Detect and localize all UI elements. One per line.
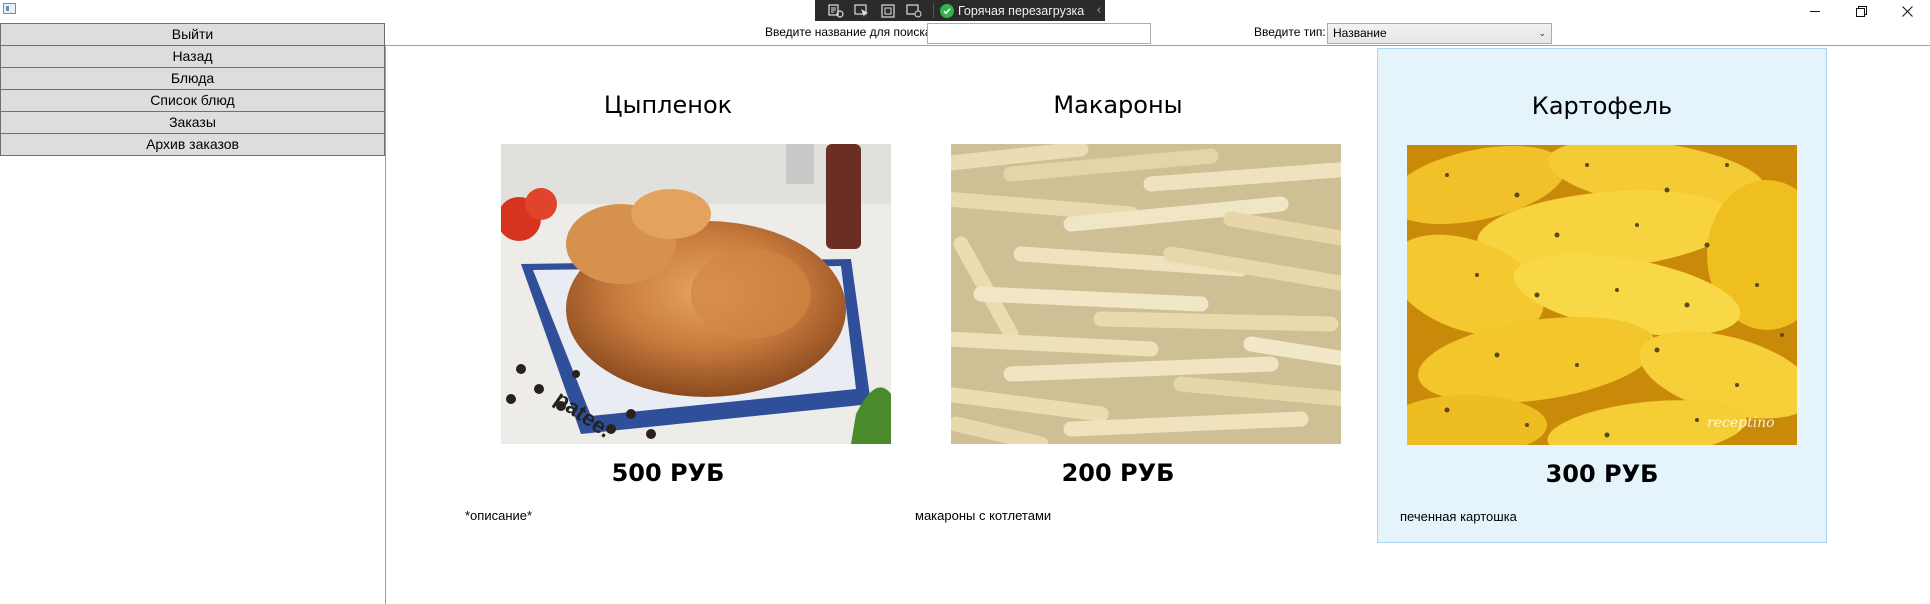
search-label: Введите название для поиска xyxy=(765,25,932,39)
dish-name: Макароны xyxy=(1053,91,1183,119)
app-icon[interactable] xyxy=(3,3,16,14)
baked-potato-image: receptino xyxy=(1407,145,1797,445)
dish-price: 200 РУБ xyxy=(1061,459,1175,487)
minimize-button[interactable] xyxy=(1792,0,1838,22)
potato-photo-watermark: receptino xyxy=(1707,415,1775,431)
type-label: Введите тип: xyxy=(1254,25,1326,39)
track-focus-icon[interactable] xyxy=(905,3,923,19)
dish-list-button[interactable]: Список блюд xyxy=(0,89,385,112)
check-circle-icon xyxy=(940,3,954,18)
dish-card-selected[interactable]: Картофель receptino 300 РУБ печенная кар… xyxy=(1377,48,1827,543)
chevron-down-icon: ⌄ xyxy=(1538,28,1546,38)
dish-price: 300 РУБ xyxy=(1545,460,1659,488)
debug-toolbar: Горячая перезагрузка ‹ xyxy=(815,0,1105,21)
live-visual-tree-icon[interactable] xyxy=(827,3,845,19)
dish-description: *описание* xyxy=(465,508,533,523)
dish-card[interactable]: Цыпленок patee. 500 РУБ *описание* xyxy=(443,48,893,543)
select-element-icon[interactable] xyxy=(853,3,871,19)
content-top-divider xyxy=(385,45,1930,46)
dish-name: Цыпленок xyxy=(603,91,733,119)
content-left-divider xyxy=(385,45,386,604)
orders-button[interactable]: Заказы xyxy=(0,111,385,134)
type-select[interactable]: Название ⌄ xyxy=(1327,23,1552,44)
dish-name: Картофель xyxy=(1531,92,1673,120)
collapse-toolbar-icon[interactable]: ‹ xyxy=(1096,3,1101,18)
search-input[interactable] xyxy=(927,23,1151,44)
hot-reload-label: Горячая перезагрузка xyxy=(958,3,1085,18)
restore-button[interactable] xyxy=(1838,0,1884,22)
dish-price: 500 РУБ xyxy=(611,459,725,487)
dish-card[interactable]: Макароны 200 РУБ макароны с котлетами xyxy=(893,48,1343,543)
dishes-button[interactable]: Блюда xyxy=(0,67,385,90)
close-icon xyxy=(1901,5,1913,17)
roast-chicken-image: patee. xyxy=(501,144,891,444)
exit-button[interactable]: Выйти xyxy=(0,23,385,46)
orders-archive-button[interactable]: Архив заказов xyxy=(0,133,385,156)
type-select-value: Название xyxy=(1333,26,1387,40)
toolbar-separator xyxy=(933,3,934,18)
back-button[interactable]: Назад xyxy=(0,45,385,68)
hot-reload-button[interactable]: Горячая перезагрузка xyxy=(940,3,1085,18)
dish-description: печенная картошка xyxy=(1400,509,1517,524)
window-controls xyxy=(1792,0,1930,22)
minimize-icon xyxy=(1809,10,1820,12)
close-button[interactable] xyxy=(1884,0,1930,22)
display-adorners-icon[interactable] xyxy=(879,3,897,19)
sidebar-nav: Выйти Назад Блюда Список блюд Заказы Арх… xyxy=(0,23,385,156)
pasta-image xyxy=(951,144,1341,444)
restore-icon xyxy=(1855,5,1867,17)
dish-description: макароны с котлетами xyxy=(915,508,1052,523)
